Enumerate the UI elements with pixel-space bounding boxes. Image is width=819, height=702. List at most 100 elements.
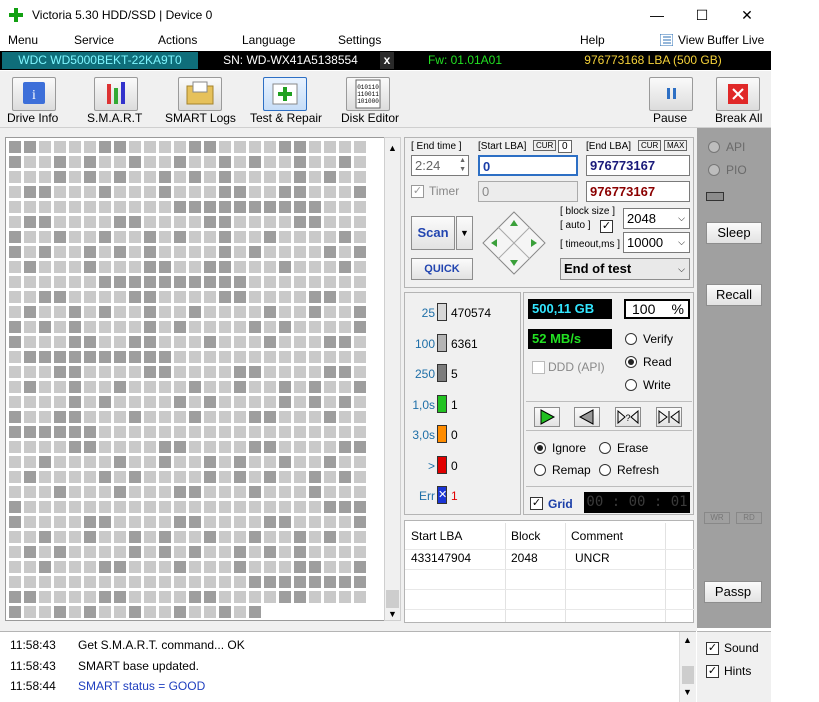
map-block <box>54 456 66 468</box>
close-drive-x[interactable]: x <box>380 52 394 69</box>
verify-radio[interactable] <box>625 333 637 345</box>
map-block <box>54 501 66 513</box>
smart-button[interactable] <box>94 77 138 111</box>
passp-button[interactable]: Passp <box>704 581 762 603</box>
log-scrollbar[interactable]: ▲ ▼ <box>679 632 696 702</box>
map-block <box>144 351 156 363</box>
map-block <box>219 486 231 498</box>
menu-language[interactable]: Language <box>242 33 295 47</box>
end-mode-select[interactable]: End of test ⌵ <box>560 258 690 280</box>
test-repair-button[interactable] <box>263 77 307 111</box>
scan-dropdown-icon[interactable]: ▼ <box>456 216 473 250</box>
erase-radio[interactable] <box>599 442 611 454</box>
ignore-radio[interactable] <box>534 442 546 454</box>
map-block <box>39 186 51 198</box>
write-radio[interactable] <box>625 379 637 391</box>
map-block <box>84 141 96 153</box>
end-cur-button[interactable]: CUR <box>638 140 662 151</box>
map-block <box>144 171 156 183</box>
scroll-thumb[interactable] <box>682 666 694 684</box>
break-all-button[interactable] <box>716 77 760 111</box>
sound-checkbox[interactable]: ✓ <box>706 642 719 655</box>
recall-button[interactable]: Recall <box>706 284 762 306</box>
map-block <box>9 531 21 543</box>
end-lba-input[interactable]: 976773167 <box>586 155 690 176</box>
timer-checkbox[interactable]: ✓ <box>411 185 424 198</box>
timeout-select[interactable]: 10000 ⌵ <box>623 232 690 253</box>
map-block <box>84 486 96 498</box>
ddd-checkbox[interactable] <box>532 361 545 374</box>
table-row-start-lba[interactable]: 433147904 <box>411 551 471 565</box>
spin-icon[interactable]: ▲ ▼ <box>459 156 466 174</box>
random-button[interactable]: ? <box>615 407 641 427</box>
map-block <box>174 396 186 408</box>
map-block <box>234 366 246 378</box>
menu-service[interactable]: Service <box>74 33 114 47</box>
map-block <box>234 471 246 483</box>
block-grid <box>9 141 366 618</box>
map-block <box>24 246 36 258</box>
map-block <box>129 351 141 363</box>
block-size-select[interactable]: 2048 ⌵ <box>623 208 690 229</box>
minimize-button[interactable]: — <box>634 0 680 30</box>
hints-checkbox[interactable]: ✓ <box>706 665 719 678</box>
map-block <box>174 591 186 603</box>
grid-checkbox[interactable]: ✓ <box>530 497 543 510</box>
menu-menu[interactable]: Menu <box>8 33 38 47</box>
scroll-down-icon[interactable]: ▼ <box>388 609 397 619</box>
scroll-up-icon[interactable]: ▲ <box>388 143 397 153</box>
scroll-up-icon[interactable]: ▲ <box>683 635 692 645</box>
end-time-field[interactable]: 2:24 ▲ ▼ <box>411 155 469 176</box>
map-block <box>204 456 216 468</box>
direction-pad[interactable] <box>481 210 547 276</box>
scroll-down-icon[interactable]: ▼ <box>683 687 692 697</box>
sleep-button[interactable]: Sleep <box>706 222 762 244</box>
menu-actions[interactable]: Actions <box>158 33 197 47</box>
scroll-thumb[interactable] <box>386 590 399 608</box>
map-block <box>84 156 96 168</box>
map-block <box>219 216 231 228</box>
speed-readout: 52 MB/s <box>528 329 612 349</box>
map-block <box>39 456 51 468</box>
quick-button[interactable]: QUICK <box>411 258 473 280</box>
map-block <box>219 246 231 258</box>
map-block <box>159 441 171 453</box>
pause-button[interactable] <box>649 77 693 111</box>
drive-info-button[interactable]: i <box>12 77 56 111</box>
reverse-button[interactable] <box>574 407 600 427</box>
pio-radio[interactable] <box>708 164 720 176</box>
map-block <box>24 261 36 273</box>
read-radio[interactable] <box>625 356 637 368</box>
play-button[interactable] <box>534 407 560 427</box>
map-block <box>159 246 171 258</box>
refresh-radio[interactable] <box>599 464 611 476</box>
map-block <box>144 381 156 393</box>
start-lba-input[interactable]: 0 <box>478 155 578 176</box>
table-row-block[interactable]: 2048 <box>511 551 538 565</box>
disk-editor-button[interactable]: 010110 110011 101000 <box>346 77 390 111</box>
auto-checkbox[interactable]: ✓ <box>600 220 613 233</box>
stats-panel: 500,11 GB 100% 52 MB/s Verify DDD (API) … <box>523 292 694 515</box>
map-block <box>99 321 111 333</box>
map-block <box>99 351 111 363</box>
close-button[interactable]: ✕ <box>724 0 770 30</box>
map-block <box>204 576 216 588</box>
api-radio[interactable] <box>708 141 720 153</box>
map-block <box>294 351 306 363</box>
scan-button[interactable]: Scan <box>411 216 455 250</box>
start-cur-button[interactable]: CUR <box>533 140 557 151</box>
butterfly-button[interactable] <box>656 407 682 427</box>
smart-logs-button[interactable] <box>178 77 222 111</box>
drive-firmware: Fw: 01.01A01 <box>427 53 503 67</box>
table-row-comment[interactable]: UNCR <box>575 551 610 565</box>
map-block <box>114 336 126 348</box>
map-block <box>39 306 51 318</box>
menu-settings[interactable]: Settings <box>338 33 381 47</box>
map-scrollbar[interactable]: ▲ ▼ <box>384 137 401 621</box>
end-max-button[interactable]: MAX <box>664 140 688 151</box>
maximize-button[interactable]: ☐ <box>679 0 725 30</box>
map-block <box>324 201 336 213</box>
remap-radio[interactable] <box>534 464 546 476</box>
menu-help[interactable]: Help <box>580 33 605 47</box>
view-buffer-live[interactable]: View Buffer Live <box>678 33 764 47</box>
